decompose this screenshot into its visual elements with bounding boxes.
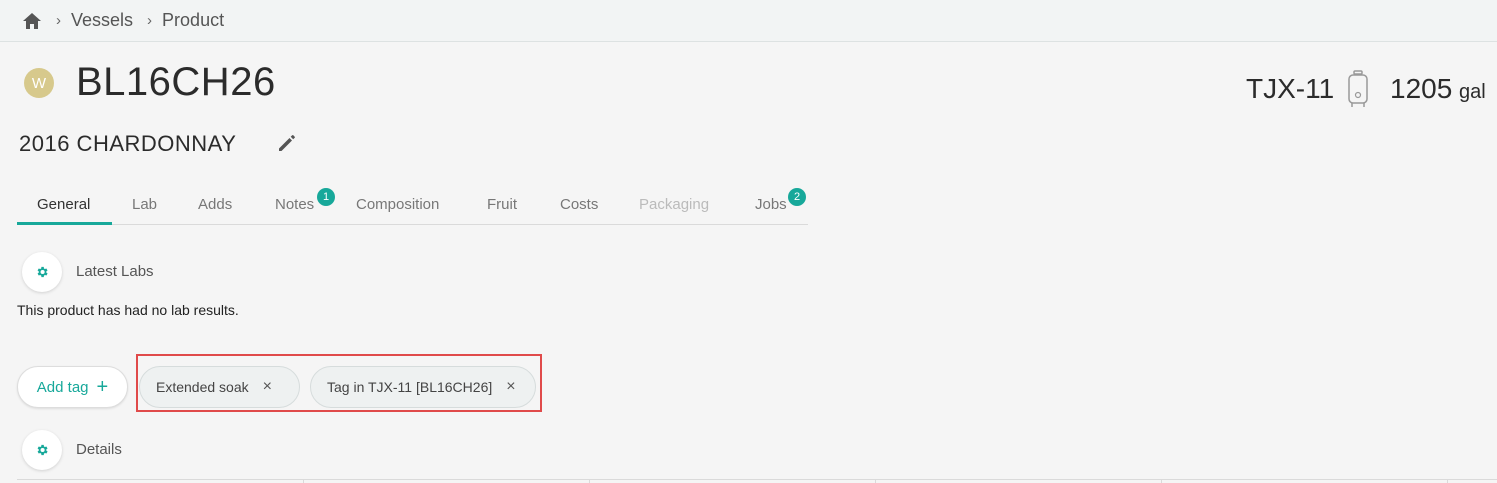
gear-icon	[35, 443, 49, 457]
breadcrumb-separator: ›	[147, 12, 153, 29]
column-divider	[1161, 479, 1162, 483]
tab-jobs[interactable]: Jobs	[755, 196, 787, 213]
add-tag-button[interactable]: Add tag +	[17, 366, 128, 408]
tab-composition[interactable]: Composition	[356, 196, 439, 213]
details-table-top	[17, 479, 1497, 483]
tab-notes[interactable]: Notes	[275, 196, 314, 213]
notes-count-badge: 1	[317, 188, 335, 206]
vessel-id[interactable]: TJX-11	[1246, 73, 1334, 105]
tank-icon	[1347, 70, 1369, 113]
tab-general[interactable]: General	[37, 196, 90, 213]
volume-value: 1205	[1390, 73, 1453, 104]
tab-adds[interactable]: Adds	[198, 196, 232, 213]
home-icon[interactable]	[22, 12, 42, 30]
details-settings-button[interactable]	[22, 430, 62, 470]
latest-labs-settings-button[interactable]	[22, 252, 62, 292]
no-labs-message: This product has had no lab results.	[17, 302, 239, 318]
highlight-box	[136, 354, 542, 412]
avatar: W	[24, 68, 54, 98]
active-tab-indicator	[17, 222, 112, 225]
volume-unit: gal	[1459, 81, 1486, 103]
add-tag-label: Add tag	[36, 378, 89, 396]
tab-lab[interactable]: Lab	[132, 196, 157, 213]
breadcrumb-vessels[interactable]: Vessels	[71, 10, 133, 31]
column-divider	[303, 479, 304, 483]
column-divider	[1447, 479, 1448, 483]
column-divider	[589, 479, 590, 483]
tab-fruit[interactable]: Fruit	[487, 196, 517, 213]
breadcrumb: › Vessels › Product	[0, 0, 1497, 42]
column-divider	[875, 479, 876, 483]
page-title: BL16CH26	[76, 60, 276, 104]
gear-icon	[35, 265, 49, 279]
pencil-icon[interactable]	[277, 133, 297, 158]
plus-icon: +	[96, 376, 109, 398]
tab-bar: General Lab Adds Notes 1 Composition Fru…	[17, 184, 808, 225]
wine-name: 2016 CHARDONNAY	[19, 131, 237, 156]
latest-labs-title: Latest Labs	[76, 263, 154, 280]
breadcrumb-separator: ›	[56, 12, 61, 29]
tab-costs[interactable]: Costs	[560, 196, 598, 213]
tab-packaging: Packaging	[639, 196, 710, 213]
jobs-count-badge: 2	[788, 188, 806, 206]
breadcrumb-product: Product	[162, 10, 225, 30]
details-title: Details	[76, 441, 122, 458]
